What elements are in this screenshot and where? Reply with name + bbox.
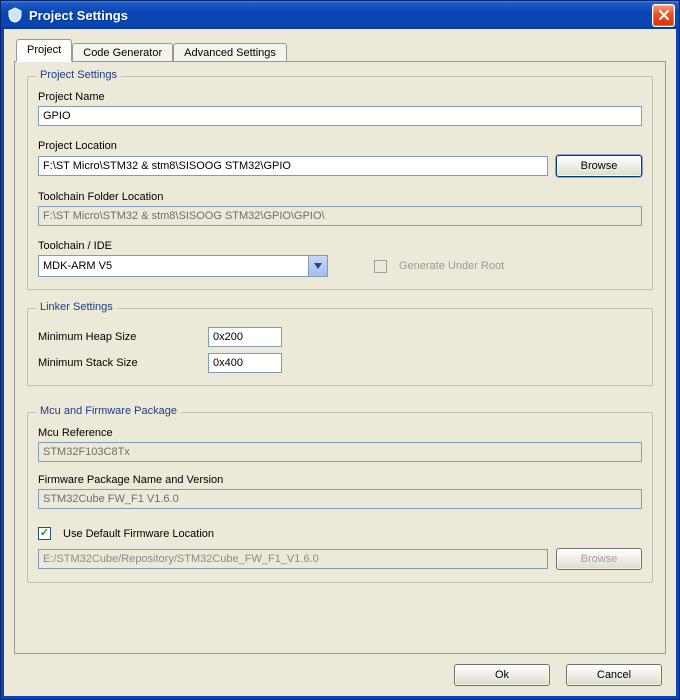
input-firmware-path [38,549,548,569]
input-min-heap[interactable] [208,327,282,347]
group-legend: Mcu and Firmware Package [36,405,181,417]
label-use-default-firmware: Use Default Firmware Location [63,528,214,540]
input-toolchain-folder [38,206,642,226]
group-linker-settings: Linker Settings Minimum Heap Size Minimu… [27,308,653,386]
label-project-name: Project Name [38,91,642,103]
input-mcu-reference [38,442,642,462]
titlebar[interactable]: Project Settings [1,1,679,29]
checkbox-use-default-firmware[interactable] [38,527,51,540]
input-project-location[interactable] [38,156,548,176]
label-mcu-reference: Mcu Reference [38,427,642,439]
group-mcu-firmware: Mcu and Firmware Package Mcu Reference F… [27,412,653,583]
label-firmware-package: Firmware Package Name and Version [38,474,642,486]
tab-project[interactable]: Project [16,39,72,62]
window-title: Project Settings [29,8,652,23]
close-button[interactable] [652,4,675,27]
label-toolchain-ide: Toolchain / IDE [38,240,642,252]
window: Project Settings Project Code Generator … [0,0,680,700]
label-min-stack: Minimum Stack Size [38,357,208,369]
cancel-button[interactable]: Cancel [566,664,662,686]
label-generate-under-root: Generate Under Root [399,260,504,272]
checkbox-generate-under-root [374,260,387,273]
group-legend: Linker Settings [36,301,117,313]
label-toolchain-folder: Toolchain Folder Location [38,191,642,203]
label-project-location: Project Location [38,140,642,152]
app-icon [7,7,23,23]
browse-location-button[interactable]: Browse [556,155,642,177]
select-toolchain-ide[interactable]: MDK-ARM V5 [38,255,328,277]
tab-code-generator[interactable]: Code Generator [72,43,173,63]
label-min-heap: Minimum Heap Size [38,331,208,343]
close-icon [659,10,669,20]
dialog-footer: Ok Cancel [14,654,666,686]
chevron-down-icon [308,256,327,276]
tab-row: Project Code Generator Advanced Settings [16,39,666,62]
client-area: Project Code Generator Advanced Settings… [1,29,679,699]
input-min-stack[interactable] [208,353,282,373]
browse-firmware-button: Browse [556,548,642,570]
group-project-settings: Project Settings Project Name Project Lo… [27,76,653,290]
ok-button[interactable]: Ok [454,664,550,686]
tab-panel-project: Project Settings Project Name Project Lo… [14,61,666,654]
input-project-name[interactable] [38,106,642,126]
input-firmware-package [38,489,642,509]
group-legend: Project Settings [36,69,121,81]
select-toolchain-ide-value: MDK-ARM V5 [43,260,112,272]
tab-advanced-settings[interactable]: Advanced Settings [173,43,287,63]
